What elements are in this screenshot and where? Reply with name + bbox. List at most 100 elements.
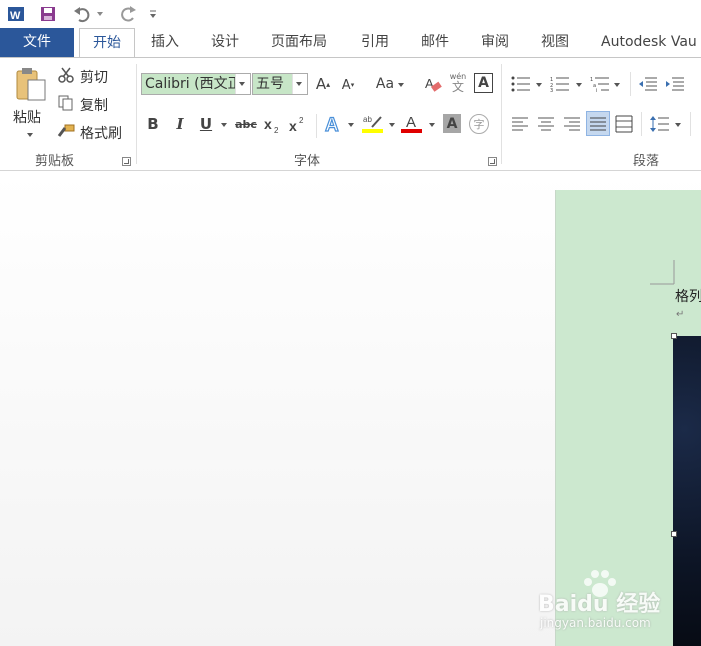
svg-text:ab: ab <box>363 115 372 124</box>
svg-text:3: 3 <box>550 88 553 92</box>
superscript-icon[interactable]: x2 <box>289 116 307 134</box>
multilevel-list-dropdown-icon[interactable] <box>614 83 620 87</box>
svg-text:2: 2 <box>299 116 304 125</box>
numbering-icon[interactable]: 123 <box>549 74 571 94</box>
baidu-jingyan-watermark: Baidu 经验 jingyan.baidu.com <box>538 568 698 638</box>
font-name-combo[interactable]: Calibri (西文正 <box>141 73 251 95</box>
redo-icon[interactable] <box>118 3 138 25</box>
tab-design[interactable]: 设计 <box>211 28 239 57</box>
undo-icon[interactable] <box>72 3 94 25</box>
enclose-characters-icon[interactable]: 字 <box>469 114 489 134</box>
multilevel-list-icon[interactable]: 1ai <box>589 74 611 94</box>
quick-access-toolbar: W <box>0 0 701 28</box>
ribbon-tabs: 文件 开始 插入 设计 页面布局 引用 邮件 审阅 视图 Autodesk Va… <box>0 28 701 57</box>
font-group-label: 字体 <box>294 154 321 169</box>
margin-corner-mark <box>650 260 675 285</box>
watermark-url: jingyan.baidu.com <box>540 616 651 630</box>
format-painter-icon[interactable] <box>57 122 75 140</box>
copy-label[interactable]: 复制 <box>80 95 108 115</box>
decrease-indent-icon[interactable] <box>638 74 658 94</box>
phonetic-bottom: 文 <box>451 80 464 94</box>
strikethrough-button[interactable]: abc <box>234 118 258 131</box>
svg-text:x: x <box>289 118 297 134</box>
paragraph-group-label: 段落 <box>633 154 660 169</box>
tab-view[interactable]: 视图 <box>541 28 569 57</box>
resize-handle-middle-left[interactable] <box>671 531 677 537</box>
svg-text:A: A <box>325 115 339 135</box>
clipboard-group-label: 剪贴板 <box>35 154 75 169</box>
tab-home[interactable]: 开始 <box>79 28 135 57</box>
clipboard-dialog-launcher[interactable] <box>122 157 131 166</box>
group-divider <box>136 64 137 164</box>
bold-button[interactable]: B <box>145 115 161 133</box>
tab-insert[interactable]: 插入 <box>151 28 179 57</box>
group-divider <box>501 64 502 164</box>
line-spacing-icon[interactable] <box>650 113 670 135</box>
svg-text:A: A <box>406 114 416 131</box>
watermark-logo-text: Baidu 经验 <box>538 592 661 617</box>
align-left-icon[interactable] <box>510 114 530 134</box>
paste-label[interactable]: 粘贴 <box>13 107 41 127</box>
resize-handle-top-left[interactable] <box>671 333 677 339</box>
document-text[interactable]: 格列 <box>675 286 701 306</box>
font-color-dropdown-icon[interactable] <box>429 123 435 127</box>
save-icon[interactable] <box>38 3 58 25</box>
svg-text:i: i <box>596 88 597 92</box>
tab-review[interactable]: 审阅 <box>481 28 509 57</box>
distributed-icon[interactable] <box>614 113 634 135</box>
tab-references[interactable]: 引用 <box>361 28 389 57</box>
tab-mailings[interactable]: 邮件 <box>421 28 449 57</box>
svg-text:W: W <box>10 10 21 22</box>
phonetic-guide-icon[interactable]: wén 文 <box>448 72 468 96</box>
bullets-icon[interactable] <box>510 74 532 94</box>
text-effects-dropdown-icon[interactable] <box>348 123 354 127</box>
text-effects-icon[interactable]: A <box>323 113 345 135</box>
bullets-dropdown-icon[interactable] <box>536 83 542 87</box>
subscript-icon[interactable]: x2 <box>264 116 282 134</box>
clear-formatting-icon[interactable]: A <box>423 74 443 94</box>
font-row-divider <box>316 114 317 138</box>
font-size-dropdown-icon[interactable] <box>292 74 307 94</box>
align-center-icon[interactable] <box>536 114 556 134</box>
font-size-value: 五号 <box>256 76 284 92</box>
paste-icon[interactable] <box>13 66 49 102</box>
tab-page-layout[interactable]: 页面布局 <box>271 28 327 57</box>
change-case-icon[interactable]: Aa <box>374 74 396 94</box>
para-row-divider <box>641 112 642 136</box>
font-name-dropdown-icon[interactable] <box>235 74 250 94</box>
underline-dropdown-icon[interactable] <box>221 123 227 127</box>
numbering-dropdown-icon[interactable] <box>576 83 582 87</box>
font-dialog-launcher[interactable] <box>488 157 497 166</box>
highlight-dropdown-icon[interactable] <box>389 123 395 127</box>
font-size-combo[interactable]: 五号 <box>252 73 308 95</box>
scissors-icon[interactable] <box>57 66 75 84</box>
change-case-dropdown-icon[interactable] <box>398 83 404 87</box>
justify-icon[interactable] <box>586 111 610 136</box>
cut-label[interactable]: 剪切 <box>80 67 108 87</box>
para-row-divider <box>630 72 631 96</box>
undo-dropdown-icon[interactable] <box>96 3 104 25</box>
paragraph-mark: ↵ <box>676 309 685 320</box>
italic-button[interactable]: I <box>173 115 187 133</box>
font-color-icon[interactable]: A <box>401 113 423 135</box>
align-right-icon[interactable] <box>562 114 582 134</box>
line-spacing-dropdown-icon[interactable] <box>675 123 681 127</box>
grow-font-icon[interactable]: A ▴ <box>314 74 332 94</box>
increase-indent-icon[interactable] <box>665 74 685 94</box>
character-shading-icon[interactable]: A <box>443 114 461 133</box>
tab-file[interactable]: 文件 <box>0 28 74 57</box>
copy-icon[interactable] <box>57 94 75 112</box>
customize-qat-icon[interactable] <box>148 3 158 25</box>
word-logo-icon: W <box>6 3 26 25</box>
tab-autodesk-vault[interactable]: Autodesk Vau <box>601 28 697 57</box>
format-painter-label[interactable]: 格式刷 <box>80 123 122 143</box>
svg-text:x: x <box>264 116 272 132</box>
ribbon: 粘贴 剪切 复制 格式刷 剪贴板 Calibri (西文正 五号 A ▴ A ▾ A… <box>0 57 701 171</box>
paste-dropdown-icon[interactable] <box>27 133 33 137</box>
character-border-icon[interactable]: A <box>474 73 493 93</box>
highlight-icon[interactable]: ab <box>362 113 384 135</box>
underline-button[interactable]: U <box>198 115 214 133</box>
font-name-value: Calibri (西文正 <box>145 76 242 92</box>
para-row-divider <box>690 112 691 136</box>
shrink-font-icon[interactable]: A ▾ <box>339 76 357 94</box>
